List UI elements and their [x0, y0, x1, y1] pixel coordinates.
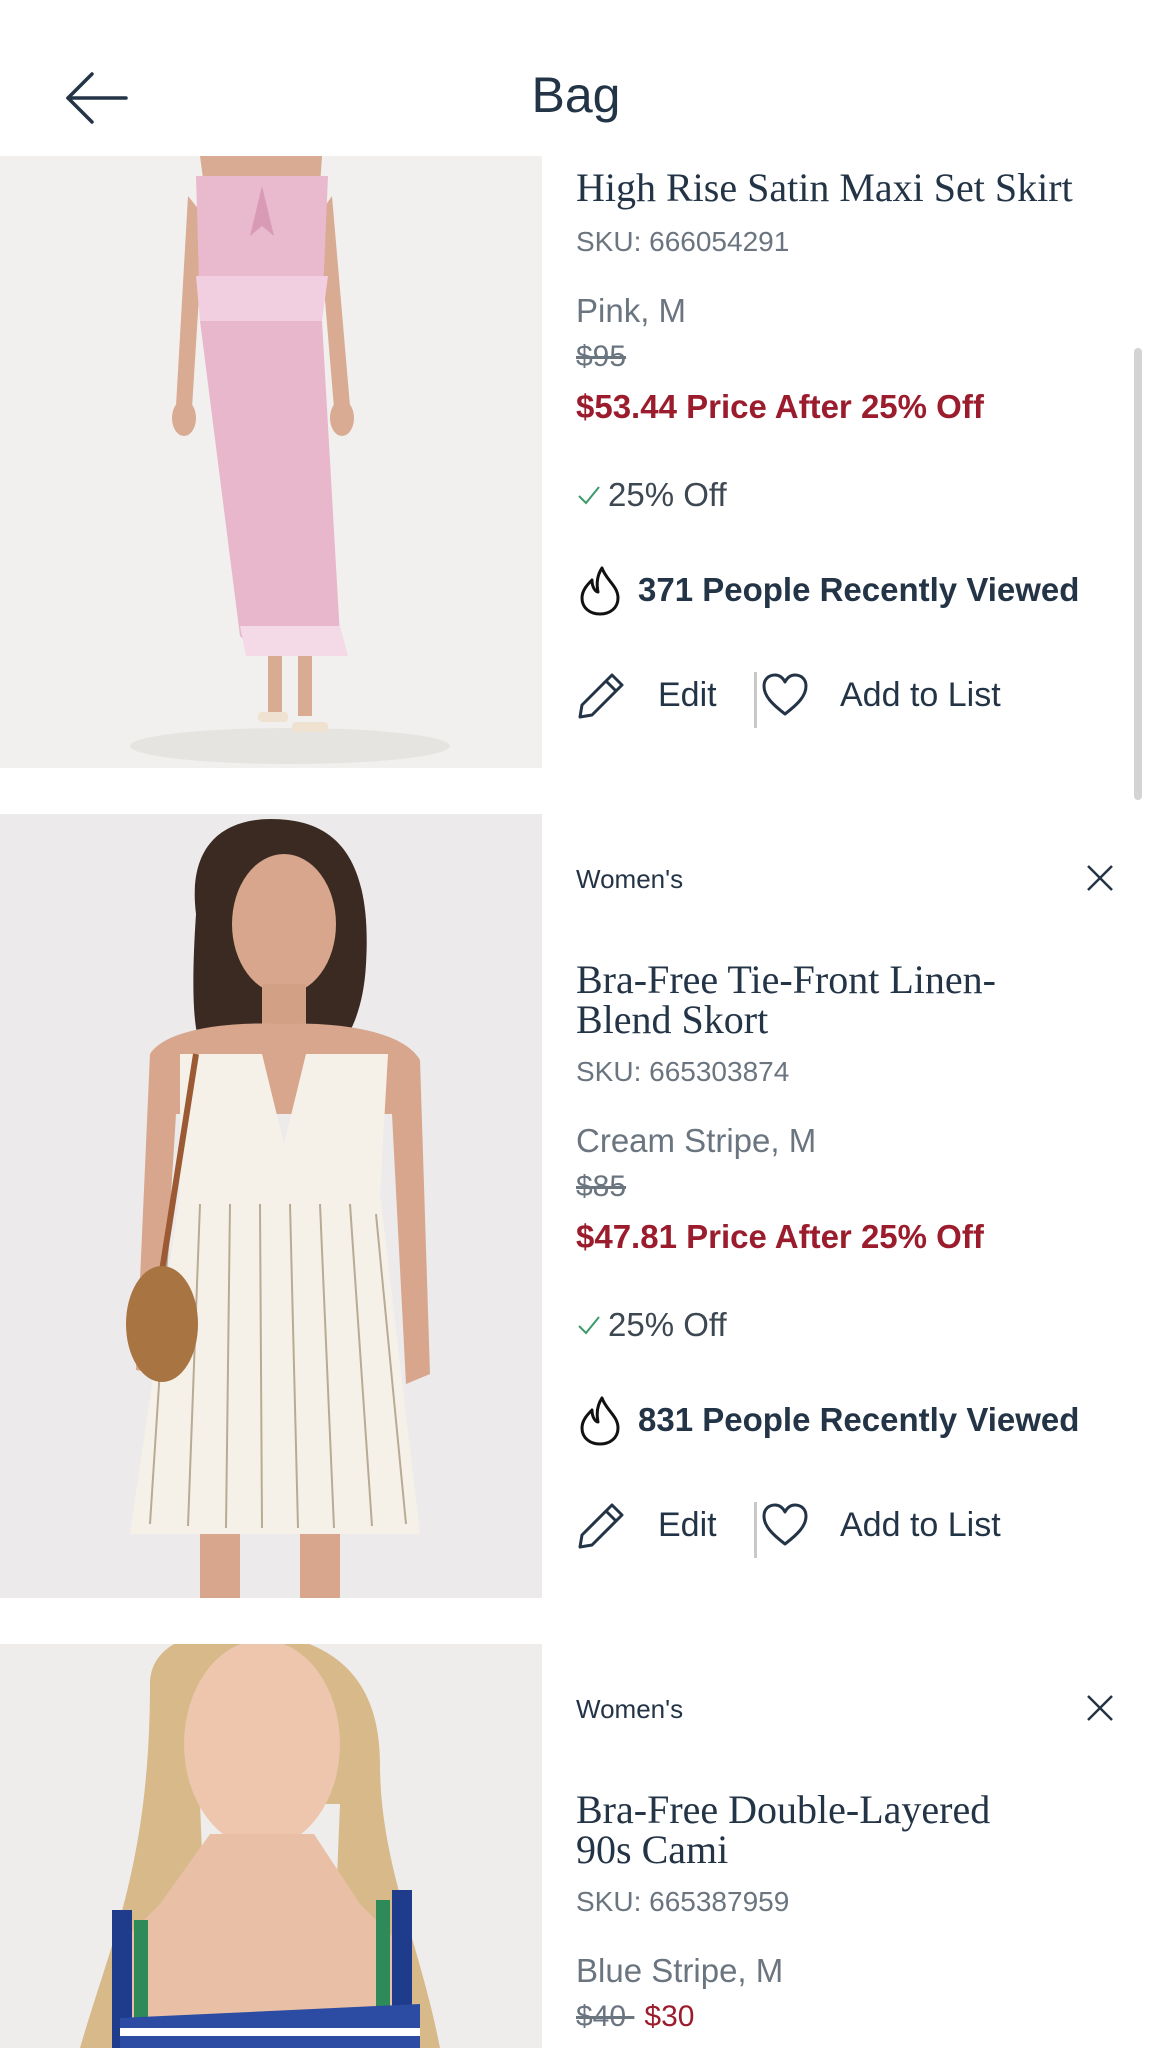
header-bar: Bag	[0, 0, 1152, 156]
sku-text: SKU: 665387959	[576, 1886, 790, 1917]
original-price: $40	[576, 2000, 627, 2033]
bag-item: Women's Bra-Free Double-Layered 90s Cami…	[0, 0, 1152, 2048]
product-name[interactable]: Bra-Free Double-Layered 90s Cami	[576, 1790, 1006, 1870]
variant-text: Blue Stripe, M	[576, 1952, 784, 1989]
remove-item-button[interactable]	[1080, 1688, 1120, 1728]
category-label: Women's	[576, 1694, 684, 1724]
sale-price: $30	[644, 2000, 695, 2033]
scrollbar[interactable]	[1134, 348, 1142, 800]
price-row: $40 $30	[576, 2000, 694, 2034]
close-icon	[1087, 1695, 1113, 1721]
page-title: Bag	[531, 67, 621, 123]
product-image[interactable]	[0, 1644, 542, 2048]
